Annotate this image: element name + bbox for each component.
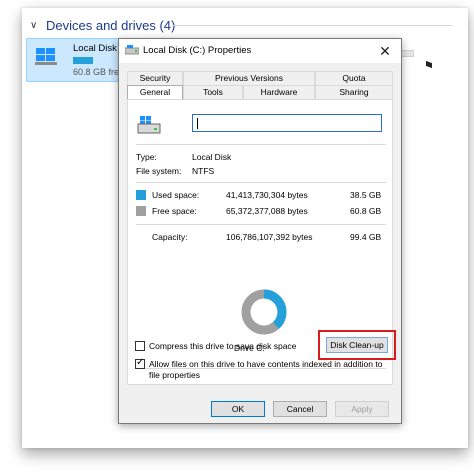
tab-previous-versions[interactable]: Previous Versions (183, 71, 315, 85)
cursor-fragment (426, 60, 432, 69)
section-title: Devices and drives (4) (46, 17, 176, 33)
file-system-value: NTFS (192, 166, 215, 176)
free-space-bytes: 65,372,377,088 bytes (226, 206, 308, 216)
type-value: Local Disk (192, 152, 232, 162)
index-label-line1: Allow files on this drive to have conten… (149, 359, 383, 369)
apply-button[interactable]: Apply (335, 401, 389, 417)
usage-donut-chart (241, 289, 287, 335)
tab-row-top: Security Previous Versions Quota (127, 71, 393, 85)
dialog-title: Local Disk (C:) Properties (143, 45, 252, 56)
close-icon[interactable]: ✕ (375, 41, 395, 61)
tab-row-bottom: General Tools Hardware Sharing (127, 85, 393, 101)
cancel-button[interactable]: Cancel (273, 401, 327, 417)
divider (136, 182, 386, 183)
disk-cleanup-button[interactable]: Disk Clean-up (326, 337, 388, 353)
drive-tile-c[interactable]: Local Disk (C:) 60.8 GB free of 99.4 GB (26, 38, 170, 82)
capacity-label: Capacity: (152, 232, 188, 242)
text-caret (197, 118, 198, 129)
drive-icon (125, 45, 139, 55)
index-label-line2: file properties (149, 370, 201, 380)
section-divider (172, 25, 452, 26)
drive-icon (137, 116, 161, 134)
tab-security[interactable]: Security (127, 71, 183, 85)
file-system-label: File system: (136, 166, 182, 176)
free-space-size: 60.8 GB (350, 206, 382, 216)
divider (136, 224, 386, 225)
compress-label: Compress this drive to save disk space (149, 341, 297, 351)
ok-button[interactable]: OK (211, 401, 265, 417)
chevron-down-icon[interactable]: ∨ (30, 20, 40, 31)
devices-section-header[interactable]: ∨ Devices and drives (4) (30, 16, 175, 34)
properties-dialog: Local Disk (C:) Properties ✕ Security Pr… (118, 38, 402, 424)
used-space-size: 38.5 GB (350, 190, 382, 200)
index-checkbox[interactable]: ✓ (135, 357, 145, 369)
free-space-swatch (136, 206, 146, 216)
used-space-label: Used space: (152, 190, 200, 200)
capacity-bytes: 106,786,107,392 bytes (226, 232, 313, 242)
used-space-swatch (136, 190, 146, 200)
checkmark-icon: ✓ (136, 357, 145, 368)
disk-cleanup-highlight: Disk Clean-up (318, 330, 396, 360)
tab-sharing[interactable]: Sharing (315, 85, 393, 99)
divider (136, 144, 386, 145)
compress-checkbox[interactable] (135, 341, 145, 351)
screenshot: ∨ Devices and drives (4) Local Disk (C:)… (0, 0, 474, 473)
tab-quota[interactable]: Quota (315, 71, 393, 85)
volume-name-input[interactable] (192, 114, 382, 132)
type-label: Type: (136, 152, 157, 162)
tab-tools[interactable]: Tools (183, 85, 243, 99)
free-space-label: Free space: (152, 206, 197, 216)
drive-icon (35, 48, 57, 65)
used-space-bytes: 41,413,730,304 bytes (226, 190, 308, 200)
capacity-size: 99.4 GB (350, 232, 382, 242)
tab-hardware[interactable]: Hardware (243, 85, 315, 99)
dialog-titlebar[interactable]: Local Disk (C:) Properties ✕ (119, 39, 401, 63)
drive-usage-bar (73, 57, 93, 64)
